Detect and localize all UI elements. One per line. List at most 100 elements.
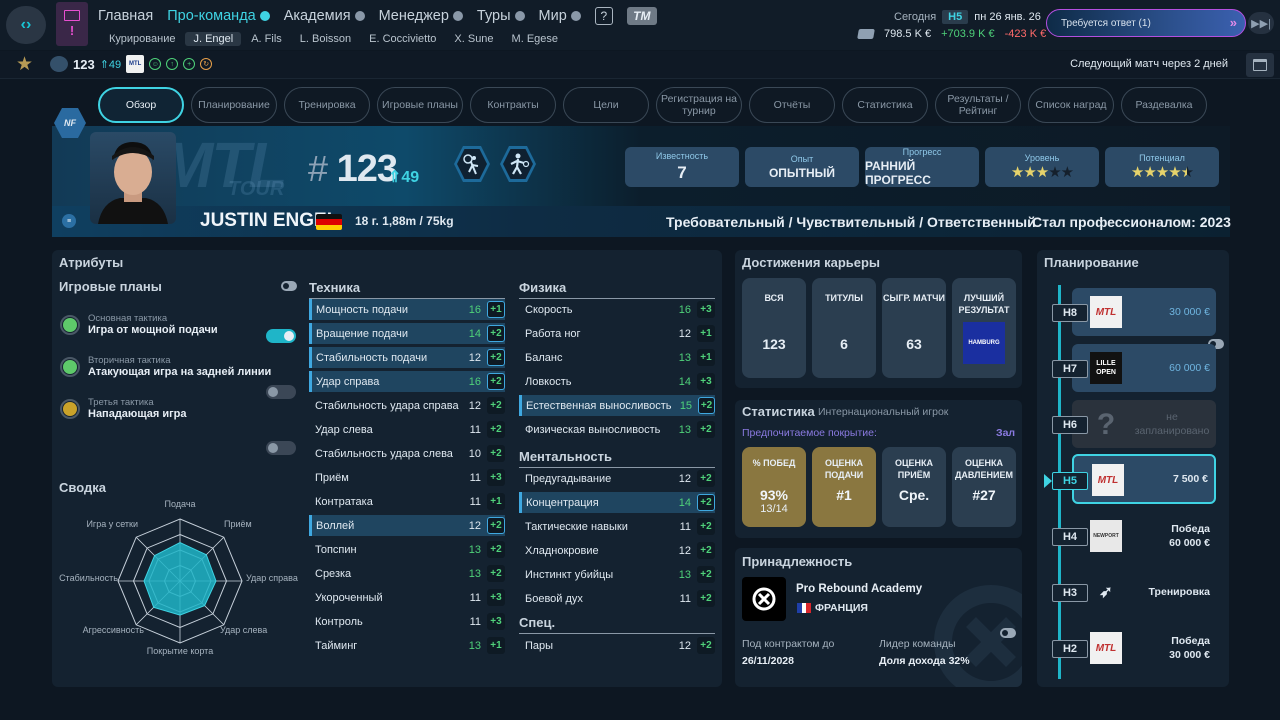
tab-2[interactable]: Тренировка — [284, 87, 370, 123]
back-forward-button[interactable]: ‹› — [6, 6, 46, 44]
attribute-row: Скорость 16 +3 — [519, 299, 715, 320]
tm-logo-button[interactable]: TM — [626, 7, 657, 25]
attribute-name: Стабильность удара слева — [315, 447, 453, 460]
attribute-value: 16 — [468, 303, 481, 316]
attribute-bonus: +2 — [697, 542, 715, 559]
inbox-button[interactable]: ! — [56, 2, 88, 46]
mental-list: Предугадывание 12 +2 Концентрация 14 +2 Тактич… — [519, 468, 715, 612]
submenu-item-5[interactable]: X. Sune — [446, 32, 501, 46]
tab-7[interactable]: Отчёты — [749, 87, 835, 123]
planning-item-H8[interactable]: MTL 30 000 € — [1072, 288, 1216, 336]
planning-item-H5[interactable]: MTL 7 500 € — [1072, 454, 1216, 504]
stats-card-1: ОЦЕНКА ПОДАЧИ #1 — [812, 447, 876, 527]
attribute-row: Воллей 12 +2 — [309, 515, 505, 536]
tab-0[interactable]: Обзор — [98, 87, 184, 123]
submenu-item-2[interactable]: A. Fils — [243, 32, 290, 46]
attribute-bonus: +3 — [487, 613, 505, 630]
attribute-row: Пары 12 +2 — [519, 635, 715, 656]
attribute-value: 11 — [469, 471, 481, 484]
attribute-name: Физическая выносливость — [525, 423, 661, 436]
menu-item-0[interactable]: Главная — [98, 7, 153, 25]
menu-item-4[interactable]: Туры — [477, 7, 525, 25]
attribute-bonus: +2 — [698, 397, 715, 414]
income: +703.9 K € — [941, 28, 995, 40]
player-rank: # 123 — [308, 148, 398, 190]
menu-item-1[interactable]: Про-команда — [167, 7, 270, 25]
technique-list: Мощность подачи 16 +1 Вращение подачи 14 +2 Ст… — [309, 299, 505, 659]
planning-item-H4[interactable]: NEWPORT Победа 60 000 € — [1072, 512, 1216, 560]
academy-name[interactable]: Pro Rebound Academy — [796, 583, 922, 595]
attribute-row: Концентрация 14 +2 — [519, 492, 715, 513]
attribute-value: 13 — [678, 423, 691, 436]
stats-card-value: 93% — [759, 487, 789, 503]
portrait-icon — [98, 142, 168, 224]
tab-10[interactable]: Список наград — [1028, 87, 1114, 123]
attribute-value: 14 — [678, 496, 691, 509]
submenu-item-3[interactable]: L. Boisson — [292, 32, 359, 46]
academy-logo[interactable] — [742, 577, 786, 621]
planning-item-H3[interactable]: ➶ Тренировка — [1072, 568, 1216, 616]
favorite-star-icon[interactable]: ★ — [16, 53, 33, 76]
attribute-bonus: +2 — [487, 565, 505, 582]
leader-label: Лидер команды — [879, 638, 956, 650]
calendar-button[interactable] — [1246, 53, 1274, 77]
tactic-name: Игра от мощной подачи — [88, 324, 218, 336]
career-card-value: 63 — [906, 336, 922, 352]
menu-item-2[interactable]: Академия — [284, 7, 365, 25]
help-button[interactable]: ? — [594, 7, 613, 25]
attribute-value: 12 — [678, 639, 691, 652]
menu-item-label: Туры — [476, 8, 511, 24]
menu-dropdown-icon — [354, 11, 365, 21]
attribute-bonus: +3 — [697, 373, 715, 390]
surface-label: Предпочитаемое покрытие: — [742, 427, 877, 439]
week-label: H8 — [1052, 304, 1088, 322]
menu-item-3[interactable]: Менеджер — [379, 7, 463, 25]
statistics-title: Статистика — [742, 404, 815, 419]
tab-1[interactable]: Планирование — [191, 87, 277, 123]
submenu-item-6[interactable]: M. Egese — [504, 32, 566, 46]
finances[interactable]: 798.5 K € +703.9 K € -423 K € — [857, 28, 1046, 40]
attribute-row: Инстинкт убийцы 13 +2 — [519, 564, 715, 585]
tab-3[interactable]: Игровые планы — [377, 87, 463, 123]
tab-9[interactable]: Результаты / Рейтинг — [935, 87, 1021, 123]
tab-8[interactable]: Статистика — [842, 87, 928, 123]
mood-icon: ☺ — [149, 58, 162, 70]
tab-5[interactable]: Цели — [563, 87, 649, 123]
tab-4[interactable]: Контракты — [470, 87, 556, 123]
tab-6[interactable]: Регистрация на турнир — [656, 87, 742, 123]
stat-card-label: Потенциал — [1139, 153, 1185, 163]
planning-item-text: 30 000 € — [1169, 306, 1210, 318]
attribute-row: Боевой дух 11 +2 — [519, 588, 715, 609]
attribute-bonus: +2 — [487, 397, 505, 414]
attribute-name: Мощность подачи — [316, 303, 408, 316]
planning-item-H7[interactable]: LILLE OPEN 60 000 € — [1072, 344, 1216, 392]
tab-11[interactable]: Раздевалка — [1121, 87, 1207, 123]
submenu-item-4[interactable]: E. Coccivietto — [361, 32, 444, 46]
menu-item-5[interactable]: Мир — [539, 7, 581, 25]
planning-item-H6[interactable]: ? не запланировано — [1072, 400, 1216, 448]
tactic-toggle[interactable] — [266, 385, 296, 399]
skip-forward-button[interactable]: ▶▶| — [1248, 12, 1274, 34]
attribute-bonus: +3 — [697, 301, 715, 318]
attribute-value: 10 — [468, 447, 481, 460]
submenu-item-1[interactable]: J. Engel — [185, 32, 242, 46]
tournament-logo: LILLE OPEN — [1090, 352, 1122, 384]
technique-title: Техника — [309, 280, 505, 299]
attribute-value: 13 — [678, 351, 691, 364]
planning-item-H2[interactable]: MTL Победа 30 000 € — [1072, 624, 1216, 672]
attribute-row: Контроль 11 +3 — [309, 611, 505, 632]
stat-card-label: Опыт — [790, 154, 814, 164]
tournament-logo: NEWPORT — [1090, 520, 1122, 552]
toggle-view-icon[interactable] — [281, 281, 297, 291]
tactic-toggle[interactable] — [266, 329, 296, 343]
banner-menu-icon[interactable]: ≡ — [62, 214, 76, 228]
menu-dropdown-icon — [452, 11, 463, 21]
response-required-button[interactable]: Требуется ответ (1) » — [1046, 9, 1246, 37]
rank-change: ⇑49 — [388, 169, 420, 186]
submenu-item-0[interactable]: Курирование — [101, 32, 183, 46]
career-card-0: ВСЯ 123 — [742, 278, 806, 378]
attribute-bonus: +2 — [697, 518, 715, 535]
tactic-toggle[interactable] — [266, 441, 296, 455]
stats-card-0: % ПОБЕД 93% 13/14 — [742, 447, 806, 527]
toggle-view-icon[interactable] — [1000, 628, 1016, 638]
